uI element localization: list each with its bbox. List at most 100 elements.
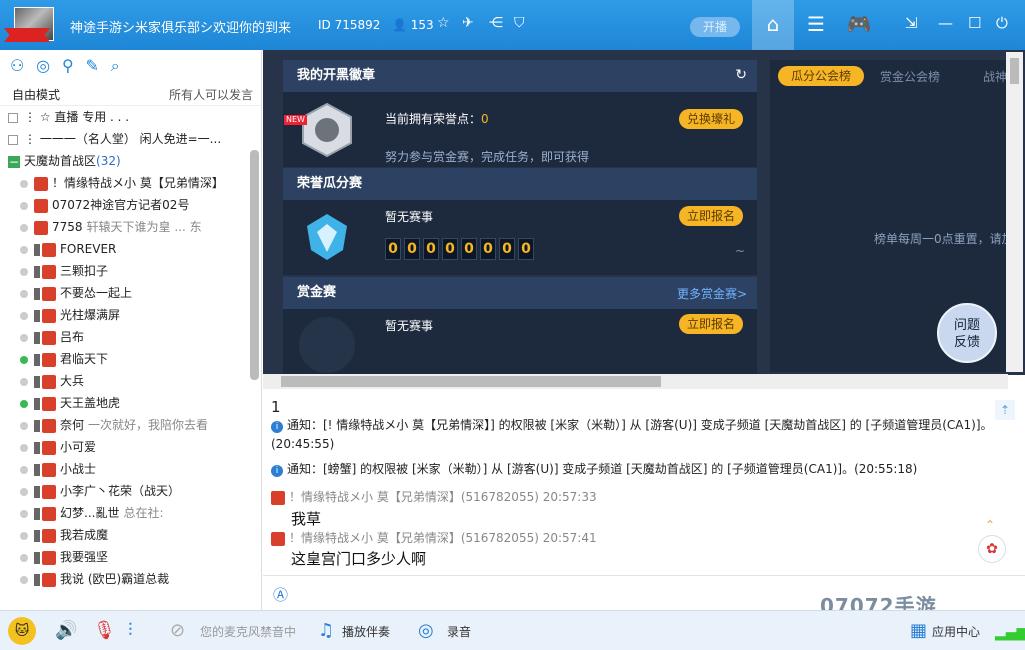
more-bounty-link[interactable]: 更多赏金赛>: [677, 285, 747, 302]
user-item[interactable]: 07072神途官方记者02号: [0, 194, 261, 216]
user-item[interactable]: 我说 (欧巴)霸道总裁: [0, 568, 261, 590]
record-button[interactable]: 录音: [447, 623, 471, 640]
tab-guild-share[interactable]: 瓜分公会榜: [778, 66, 864, 86]
online-count-value: 153: [410, 18, 434, 32]
mixer-icon[interactable]: ⫶: [128, 620, 133, 641]
gift-icon: [34, 198, 48, 213]
list-icon: ☰: [807, 12, 825, 36]
status-dot-icon: [20, 399, 28, 408]
accompany-button[interactable]: 播放伴奏: [342, 623, 390, 640]
subchannel-count: (32): [96, 154, 121, 168]
app-center-button[interactable]: 应用中心: [932, 623, 980, 640]
user-item[interactable]: 吕布: [0, 326, 261, 348]
content-vscrollbar[interactable]: [1006, 52, 1023, 372]
sidebar-scrollbar[interactable]: [250, 150, 259, 380]
status-dot-icon: [20, 311, 28, 320]
user-item[interactable]: 君临天下: [0, 348, 261, 370]
room-id: ID 715892: [318, 18, 381, 32]
user-item[interactable]: 小可爱: [0, 436, 261, 458]
vscroll-thumb[interactable]: [1010, 58, 1019, 84]
status-dot-icon: [20, 201, 28, 210]
rank-note: 榜单每周一0点重置，请加: [874, 232, 1014, 246]
mobile-icon: [34, 375, 40, 388]
home-icon: ⌂: [766, 12, 780, 36]
music-icon[interactable]: ♫: [318, 620, 334, 641]
user-item[interactable]: 我要强坚: [0, 546, 261, 568]
user-name: 吕布: [60, 330, 85, 344]
tilde-mark: ~: [735, 244, 746, 258]
start-live-button[interactable]: 开播: [690, 17, 740, 37]
channel-item[interactable]: ⋮ 一一一（名人堂） 闲人免进=一...: [0, 128, 261, 150]
badge-icon: [302, 102, 352, 158]
user-name: 小战士: [60, 462, 97, 476]
gift-icon: [42, 264, 56, 279]
notice-text: 通知：[! 情缘特战メ小 莫【兄弟情深】] 的权限被 [米家（米勒）] 从 [游…: [271, 418, 993, 451]
message-meta[interactable]: ！情缘特战メ小 莫【兄弟情深】(516782055) 20:57:41: [289, 531, 597, 545]
tab-guild-bounty[interactable]: 赏金公会榜: [880, 68, 940, 85]
star-icon[interactable]: ☆: [437, 15, 450, 31]
search-icon[interactable]: ⌕: [111, 56, 120, 75]
chat-icon[interactable]: ◎: [36, 56, 50, 75]
user-item[interactable]: 小战士: [0, 458, 261, 480]
record-icon[interactable]: ◎: [418, 620, 434, 641]
counter-digit: 0: [518, 238, 534, 260]
status-dot-icon: [20, 355, 28, 364]
plane-icon[interactable]: ✈: [462, 15, 474, 31]
text-format-icon[interactable]: Ⓐ: [273, 584, 288, 605]
user-item[interactable]: 奈何 一次就好，我陪你去看: [0, 414, 261, 436]
list-tab[interactable]: ☰: [795, 0, 837, 50]
user-name: 不要怂一起上: [60, 286, 133, 300]
user-item[interactable]: 天王盖地虎: [0, 392, 261, 414]
feedback-button[interactable]: 问题 反馈: [937, 303, 997, 363]
sidebar-toolbar: ⚇ ◎ ⚲ ✎ ⌕: [0, 50, 261, 80]
counter-digit: 0: [480, 238, 496, 260]
user-item[interactable]: 光柱爆满屏: [0, 304, 261, 326]
chevron-up-icon[interactable]: ⌃: [985, 518, 995, 532]
shield-icon[interactable]: ⛉: [514, 15, 525, 31]
close-button[interactable]: ⏻: [996, 14, 1008, 32]
hscroll-thumb[interactable]: [281, 376, 661, 387]
status-dot-icon: [20, 223, 28, 232]
refresh-icon[interactable]: ↻: [735, 67, 747, 83]
user-item[interactable]: 小李广丶花荣（战天）: [0, 480, 261, 502]
scroll-top-icon[interactable]: ⇡: [995, 400, 1015, 420]
user-avatar[interactable]: 🐱: [8, 617, 36, 645]
subchannel-header[interactable]: − 天魔劫首战区(32): [0, 150, 261, 172]
flower-icon[interactable]: ✿: [978, 535, 1006, 563]
message-meta[interactable]: ！情缘特战メ小 莫【兄弟情深】(516782055) 20:57:33: [289, 490, 597, 504]
download-icon[interactable]: ⇲: [905, 14, 918, 32]
mobile-icon: [34, 397, 40, 410]
user-item[interactable]: ！情缘特战メ小 莫【兄弟情深】: [0, 172, 261, 194]
speaker-icon[interactable]: 🔊: [55, 620, 77, 641]
minimize-button[interactable]: —: [938, 14, 953, 32]
exchange-button[interactable]: 兑换壕礼: [679, 109, 744, 129]
gift-icon: [42, 242, 56, 257]
user-item[interactable]: 三颗扣子: [0, 260, 261, 282]
share-icon[interactable]: ⋲: [489, 15, 503, 31]
mic-muted-icon[interactable]: 🎙: [93, 620, 116, 641]
collapse-icon[interactable]: −: [8, 155, 20, 168]
user-item[interactable]: 不要怂一起上: [0, 282, 261, 304]
user-item[interactable]: 我若成魔: [0, 524, 261, 546]
signup-button-2[interactable]: 立即报名: [679, 314, 744, 334]
edit-icon[interactable]: ✎: [86, 56, 99, 75]
home-tab[interactable]: ⌂: [752, 0, 794, 50]
status-dot-icon: [20, 553, 28, 562]
content-hscrollbar[interactable]: [263, 374, 1008, 389]
user-item[interactable]: 7758 轩辕天下谁为皇 ... 东: [0, 216, 261, 238]
location-icon[interactable]: ⚲: [62, 56, 74, 75]
signup-button[interactable]: 立即报名: [679, 206, 744, 226]
gift-icon: [42, 484, 56, 499]
tab-war-god[interactable]: 战神: [983, 68, 1007, 85]
game-tab[interactable]: 🎮: [838, 0, 880, 50]
channel-item[interactable]: ⋮ ☆ 直播 专用 . . .: [0, 106, 261, 128]
user-item[interactable]: 大兵: [0, 370, 261, 392]
gift-icon: [42, 330, 56, 345]
mode-label[interactable]: 自由模式: [12, 88, 60, 102]
user-item[interactable]: 幻梦...亂世 总在社:: [0, 502, 261, 524]
users-icon[interactable]: ⚇: [10, 56, 24, 75]
maximize-button[interactable]: ☐: [968, 14, 981, 32]
apps-icon[interactable]: ▦: [910, 620, 927, 641]
user-item[interactable]: FOREVER: [0, 238, 261, 260]
user-icon: 👤: [392, 18, 407, 32]
